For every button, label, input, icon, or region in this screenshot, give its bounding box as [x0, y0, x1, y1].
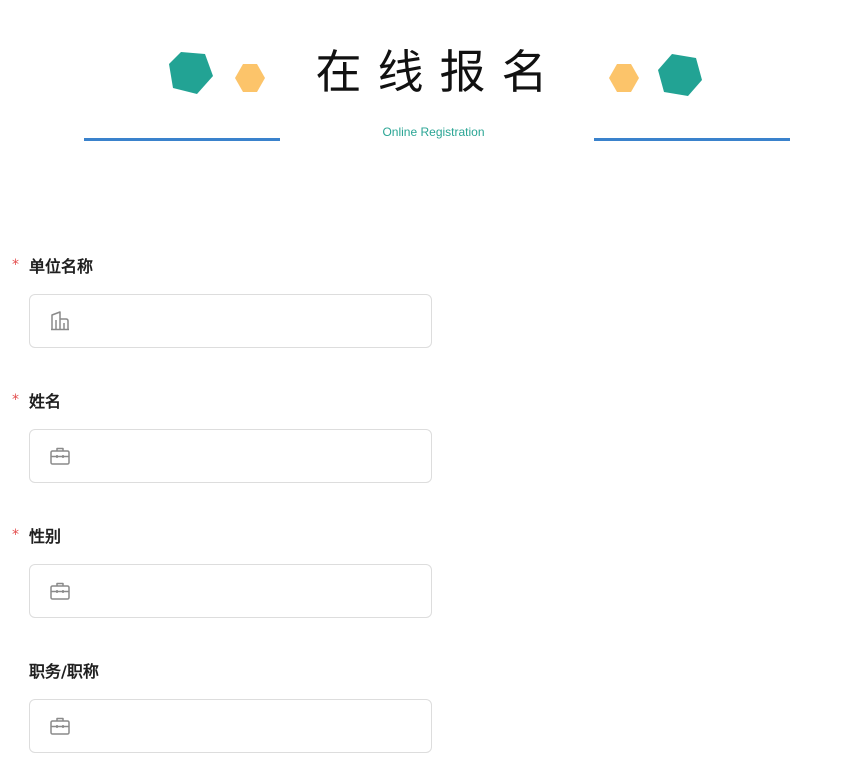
field-label: * 单位名称: [12, 253, 93, 277]
gender-input[interactable]: [81, 570, 431, 612]
registration-banner: 在线报名 Online Registration: [0, 0, 867, 160]
required-asterisk: *: [12, 257, 19, 273]
name-input[interactable]: [81, 435, 431, 477]
field-gender: * 性别: [0, 523, 460, 643]
name-input-box[interactable]: [29, 429, 432, 483]
position-title-input-box[interactable]: [29, 699, 432, 753]
briefcase-icon: [49, 580, 71, 602]
briefcase-icon: [49, 445, 71, 467]
field-label: * 性别: [12, 523, 61, 547]
page-subtitle: Online Registration: [382, 125, 485, 139]
briefcase-icon: [49, 715, 71, 737]
field-label-text: 性别: [29, 527, 62, 546]
teal-hexagon-right-decoration: [658, 54, 702, 96]
banner-divider-right: [594, 138, 790, 141]
organization-name-input-box[interactable]: [29, 294, 432, 348]
building-icon: [49, 310, 71, 332]
field-position-title: 职务/职称: [0, 658, 460, 778]
required-asterisk: *: [12, 527, 19, 543]
required-asterisk: *: [12, 392, 19, 408]
field-label-text: 姓名: [29, 392, 62, 411]
field-label: * 姓名: [12, 388, 61, 412]
field-label: 职务/职称: [12, 658, 99, 682]
field-organization-name: * 单位名称: [0, 253, 460, 373]
field-label-text: 职务/职称: [29, 662, 99, 681]
field-name: * 姓名: [0, 388, 460, 508]
page-title: 在线报名: [315, 45, 564, 99]
gender-input-box[interactable]: [29, 564, 432, 618]
yellow-hexagon-right-decoration: [609, 64, 639, 92]
field-label-text: 单位名称: [29, 257, 94, 276]
position-title-input[interactable]: [81, 705, 431, 747]
organization-name-input[interactable]: [81, 300, 431, 342]
